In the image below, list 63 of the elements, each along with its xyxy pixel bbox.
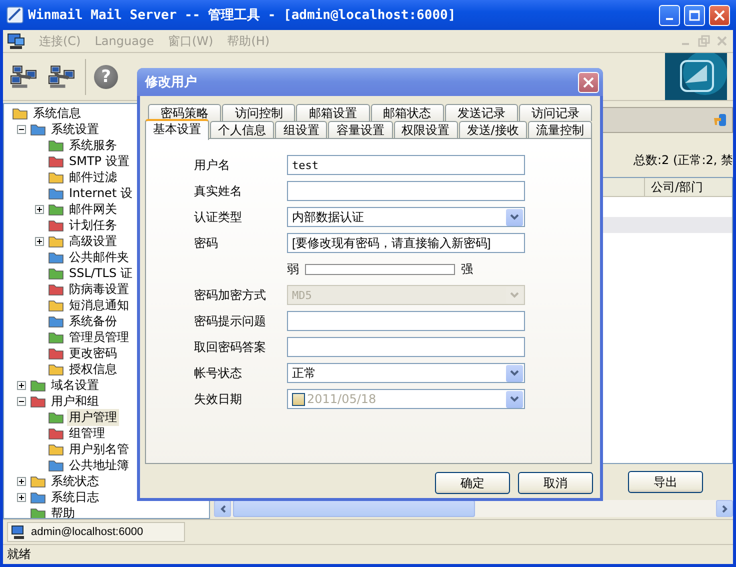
tab[interactable]: 发送记录	[444, 104, 518, 121]
tree-item[interactable]: 短消息通知	[67, 296, 131, 314]
tab[interactable]: 访问控制	[222, 104, 296, 121]
cancel-button[interactable]: 取消	[518, 472, 593, 494]
tree-item[interactable]: 管理员管理	[67, 328, 131, 346]
tree-item[interactable]: 系统备份	[67, 312, 119, 330]
dialog-title: 修改用户	[145, 74, 198, 91]
status-text: 就绪	[7, 546, 31, 563]
session-tab[interactable]: admin@localhost:6000	[7, 522, 185, 542]
tab[interactable]: 基本设置	[145, 119, 210, 140]
field-label: 取回密码答案	[193, 338, 267, 356]
tree-item[interactable]: 公共邮件夹	[67, 248, 131, 266]
tree-item[interactable]: 系统状态	[49, 472, 101, 490]
field-label: 认证类型	[193, 208, 243, 226]
ok-button[interactable]: 确定	[435, 472, 510, 494]
text-field[interactable]: test	[287, 155, 525, 175]
tab[interactable]: 权限设置	[394, 121, 458, 138]
tree-item[interactable]: 防病毒设置	[67, 280, 131, 298]
text-field[interactable]: [要修改现有密码，请直接输入新密码]	[287, 233, 525, 253]
summary-text: 总数:2 (正常:2, 禁	[634, 152, 733, 168]
tree-item[interactable]: 授权信息	[67, 360, 119, 378]
tab[interactable]: 发送/接收	[458, 121, 527, 138]
tree-item[interactable]: SMTP 设置	[67, 152, 132, 170]
field-label: 密码提示问题	[193, 312, 267, 330]
field-label: 密码	[193, 234, 219, 252]
tree-item[interactable]: SSL/TLS 证	[67, 264, 134, 282]
tree-item[interactable]: 组管理	[67, 424, 107, 442]
field-label: 用户名	[193, 156, 231, 174]
field-label: 密码加密方式	[193, 286, 267, 304]
strong-label: 强	[461, 260, 473, 278]
tab[interactable]: 容量设置	[328, 121, 393, 138]
tree-item[interactable]: 公共地址簿	[67, 456, 131, 474]
tree-item[interactable]: 用户管理	[67, 408, 119, 426]
column-header[interactable]: 公司/部门	[644, 178, 732, 196]
tree-item[interactable]: 系统服务	[67, 136, 119, 154]
tree-item[interactable]: 系统设置	[49, 120, 101, 138]
tree-item[interactable]: 用户和组	[49, 392, 101, 410]
window-title: Winmail Mail Server -- 管理工具 - [admin@localhost:6000]	[28, 7, 457, 24]
tree-item[interactable]: Internet 设	[67, 184, 134, 202]
tree-item[interactable]: 更改密码	[67, 344, 119, 362]
field-label: 真实姓名	[193, 182, 243, 200]
export-button[interactable]: 导出	[628, 471, 703, 493]
dropdown-field[interactable]: 内部数据认证	[287, 207, 525, 227]
tree-item[interactable]: 计划任务	[67, 216, 119, 234]
tab[interactable]: 访问记录	[518, 104, 592, 121]
tab[interactable]: 个人信息	[210, 121, 274, 138]
tab[interactable]: 密码策略	[148, 104, 222, 121]
tree-item[interactable]: 高级设置	[67, 232, 119, 250]
tree-item[interactable]: 邮件过滤	[67, 168, 119, 186]
tree-item[interactable]: 系统信息	[31, 104, 83, 122]
tree-item[interactable]: 域名设置	[49, 376, 101, 394]
tab[interactable]: 邮箱状态	[370, 104, 444, 121]
tree-item[interactable]: 邮件网关	[67, 200, 119, 218]
tab[interactable]: 组设置	[275, 121, 328, 138]
field-label: 帐号状态	[193, 364, 243, 382]
tree-item[interactable]: 用户别名管	[67, 440, 131, 458]
weak-label: 弱	[287, 260, 299, 278]
tree-item[interactable]: 帮助	[49, 504, 77, 518]
tab[interactable]: 邮箱设置	[296, 104, 370, 121]
tab[interactable]: 流量控制	[528, 121, 592, 138]
tree-item[interactable]: 系统日志	[49, 488, 101, 506]
field-label: 失效日期	[193, 390, 243, 408]
dropdown-field[interactable]: 正常	[287, 363, 525, 383]
